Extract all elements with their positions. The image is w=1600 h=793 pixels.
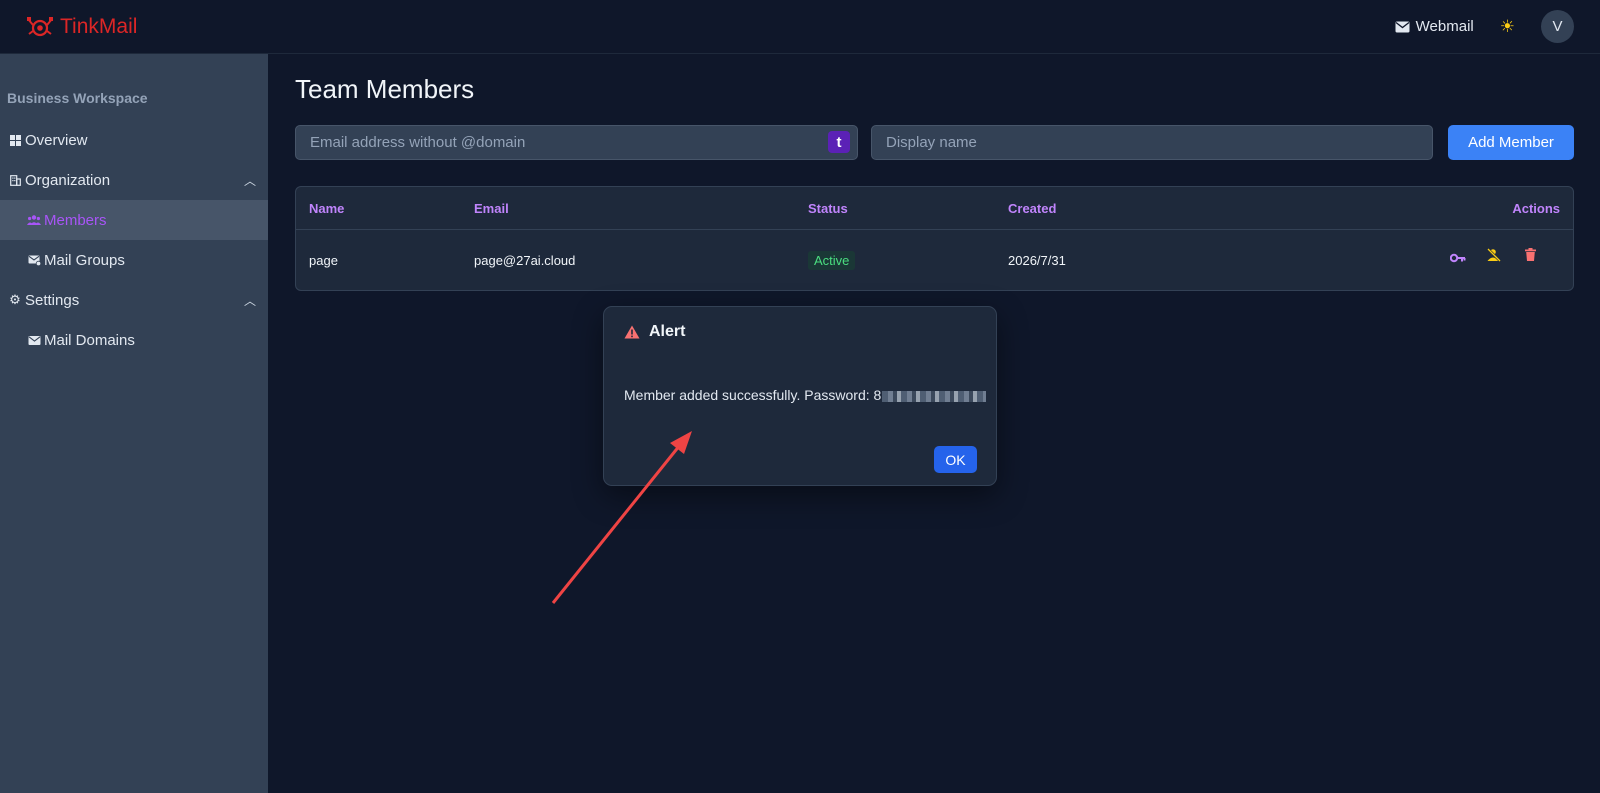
users-icon: [26, 215, 42, 225]
column-header-email[interactable]: Email: [474, 201, 509, 216]
ok-button[interactable]: OK: [934, 446, 977, 473]
sidebar-item-label: Organization: [25, 171, 111, 189]
alert-message: Member added successfully. Password: 8: [624, 387, 987, 403]
brand-logo[interactable]: TinkMail: [26, 15, 137, 39]
add-member-button[interactable]: Add Member: [1448, 125, 1574, 160]
sidebar-item-organization[interactable]: Organization ︿: [0, 160, 268, 200]
sun-icon[interactable]: ☀: [1500, 18, 1515, 35]
trash-icon[interactable]: [1525, 248, 1536, 266]
table-row: page page@27ai.cloud Active 2026/7/31: [296, 231, 1573, 290]
sidebar-item-label: Members: [44, 211, 107, 229]
chevron-up-icon[interactable]: ︿: [244, 172, 256, 189]
mail-domain-icon: [26, 335, 42, 346]
mail-group-icon: [26, 255, 42, 266]
column-header-status[interactable]: Status: [808, 201, 848, 216]
sidebar-item-overview[interactable]: Overview: [0, 120, 268, 160]
sidebar-item-mail-domains[interactable]: Mail Domains: [0, 320, 268, 360]
page-title: Team Members: [295, 74, 475, 104]
avatar[interactable]: V: [1541, 10, 1574, 43]
grid-icon: [7, 134, 23, 146]
sidebar-item-label: Mail Groups: [44, 251, 125, 269]
sidebar-item-members[interactable]: Members: [0, 200, 268, 240]
webmail-link[interactable]: Webmail: [1395, 18, 1474, 35]
webmail-label: Webmail: [1415, 18, 1474, 35]
domain-badge[interactable]: t: [828, 131, 850, 153]
top-bar: TinkMail Webmail ☀ V: [0, 0, 1600, 54]
email-input[interactable]: [295, 125, 858, 160]
sidebar-item-mail-groups[interactable]: Mail Groups: [0, 240, 268, 280]
status-badge: Active: [808, 251, 856, 270]
column-header-created[interactable]: Created: [1008, 201, 1056, 216]
member-email: page@27ai.cloud: [474, 253, 576, 268]
sidebar-item-label: Settings: [25, 291, 80, 309]
envelope-icon: [1395, 21, 1410, 32]
gear-icon: ⚙: [9, 292, 21, 307]
alert-title: Alert: [649, 323, 686, 340]
member-name: page: [309, 253, 338, 268]
table-header: Name Email Status Created Actions: [296, 187, 1573, 230]
alert-message-text: Member added successfully. Password: 8: [624, 387, 882, 403]
members-table: Name Email Status Created Actions page p…: [295, 186, 1574, 291]
workspace-title: Business Workspace: [7, 90, 148, 106]
sidebar-item-settings[interactable]: ⚙ Settings ︿: [0, 280, 268, 320]
sidebar: Business Workspace Overview Organization…: [0, 54, 268, 793]
sidebar-item-label: Overview: [25, 131, 88, 149]
building-icon: [7, 174, 23, 186]
warning-icon: [624, 325, 640, 339]
key-icon[interactable]: [1449, 250, 1466, 268]
member-created: 2026/7/31: [1008, 253, 1066, 268]
chevron-up-icon[interactable]: ︿: [244, 292, 256, 309]
sidebar-item-label: Mail Domains: [44, 331, 135, 349]
alert-dialog: Alert Member added successfully. Passwor…: [603, 306, 997, 486]
column-header-actions: Actions: [1512, 201, 1560, 216]
top-right-actions: Webmail ☀ V: [1395, 10, 1574, 43]
disable-user-icon[interactable]: [1487, 248, 1501, 267]
tinkmail-logo-icon: [27, 16, 53, 36]
redacted-password: [882, 390, 987, 402]
alert-header: Alert: [624, 323, 685, 341]
column-header-name[interactable]: Name: [309, 201, 344, 216]
brand-name: TinkMail: [60, 14, 138, 38]
display-name-input[interactable]: [871, 125, 1433, 160]
